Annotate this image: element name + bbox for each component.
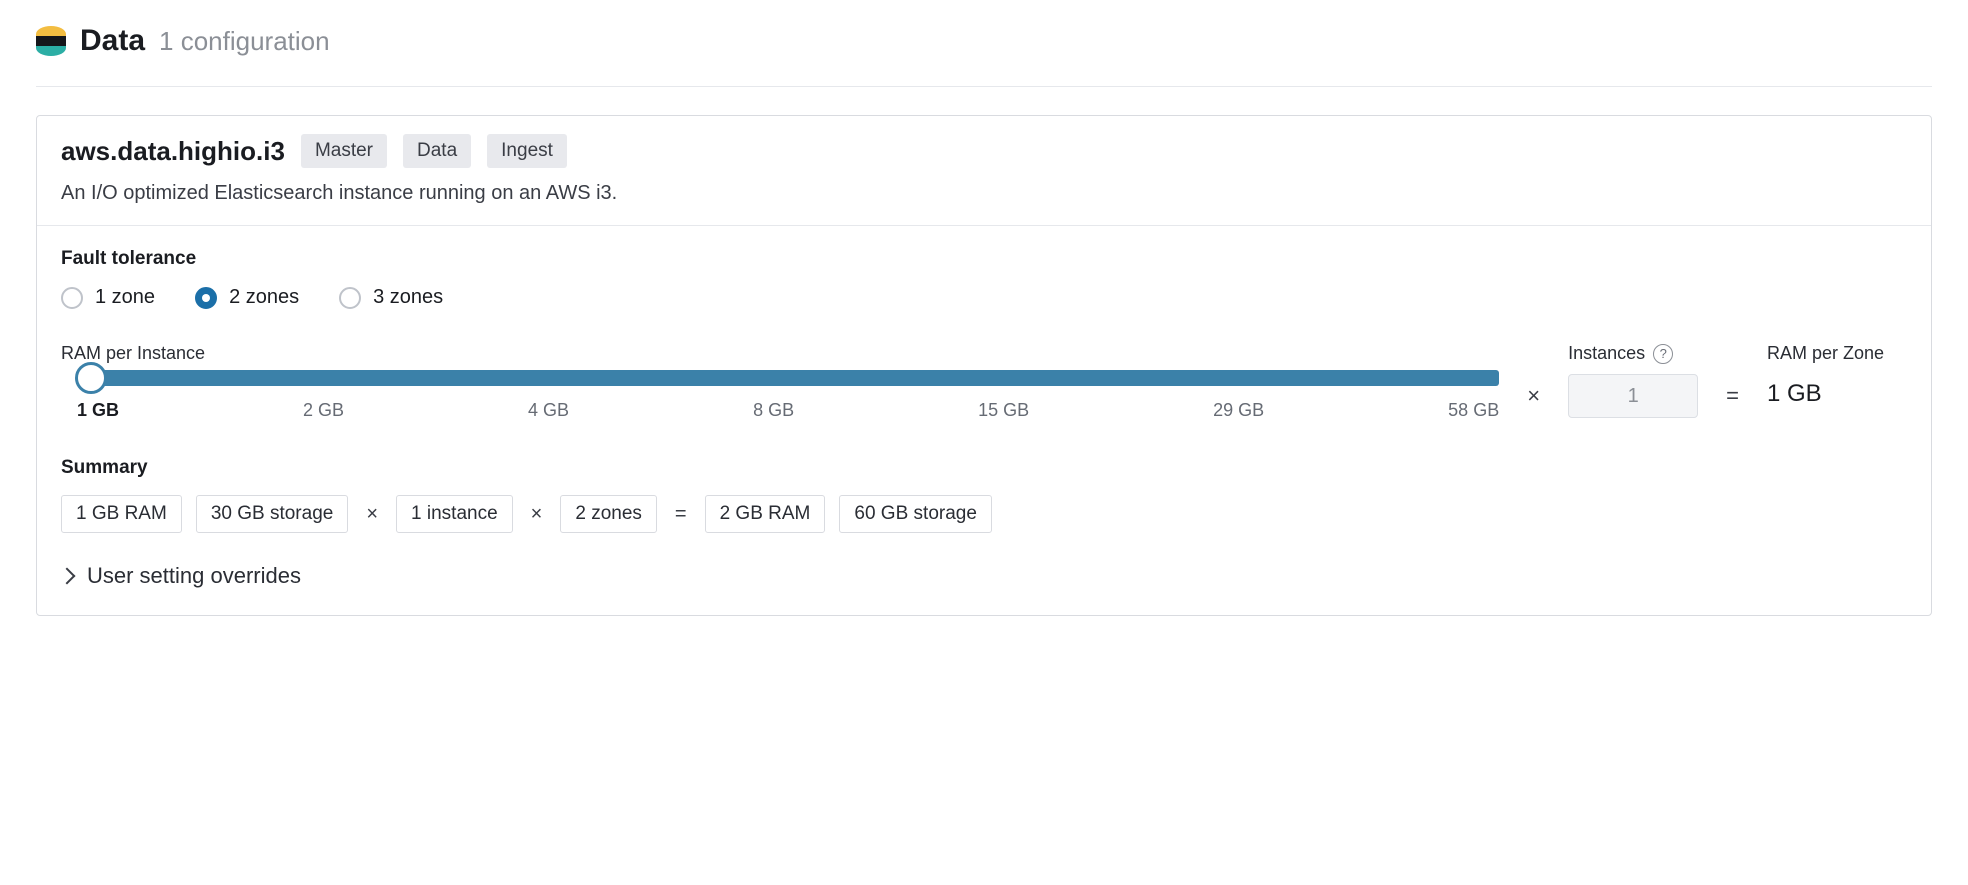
radio-circle-icon bbox=[195, 287, 217, 309]
radio-1-zone[interactable]: 1 zone bbox=[61, 286, 155, 309]
equals-symbol: = bbox=[671, 503, 691, 526]
fault-tolerance-group: 1 zone 2 zones 3 zones bbox=[61, 286, 1907, 309]
tick: 1 GB bbox=[77, 400, 119, 421]
badge-ingest: Ingest bbox=[487, 134, 567, 168]
overrides-label: User setting overrides bbox=[87, 563, 301, 589]
equals-symbol: = bbox=[1726, 343, 1739, 409]
ram-slider[interactable] bbox=[91, 370, 1499, 386]
radio-label: 1 zone bbox=[95, 286, 155, 309]
chip-total-storage: 60 GB storage bbox=[839, 495, 992, 533]
slider-ticks: 1 GB 2 GB 4 GB 8 GB 15 GB 29 GB 58 GB bbox=[77, 400, 1499, 421]
ram-per-zone-label: RAM per Zone bbox=[1767, 343, 1907, 364]
summary-label: Summary bbox=[61, 457, 1907, 479]
help-icon[interactable]: ? bbox=[1653, 344, 1673, 364]
badge-data: Data bbox=[403, 134, 471, 168]
instances-input[interactable] bbox=[1568, 374, 1698, 418]
elastic-logo-icon bbox=[36, 26, 66, 56]
instances-label: Instances bbox=[1568, 343, 1645, 364]
configuration-panel: aws.data.highio.i3 Master Data Ingest An… bbox=[36, 115, 1932, 616]
times-symbol: × bbox=[527, 503, 547, 526]
radio-circle-icon bbox=[61, 287, 83, 309]
chip-zones: 2 zones bbox=[560, 495, 657, 533]
radio-2-zones[interactable]: 2 zones bbox=[195, 286, 299, 309]
ram-per-zone-value: 1 GB bbox=[1767, 380, 1907, 408]
radio-circle-icon bbox=[339, 287, 361, 309]
tick: 15 GB bbox=[978, 400, 1029, 421]
times-symbol: × bbox=[362, 503, 382, 526]
tick: 29 GB bbox=[1213, 400, 1264, 421]
fault-tolerance-label: Fault tolerance bbox=[61, 248, 1907, 270]
chevron-right-icon bbox=[59, 568, 76, 585]
chip-total-ram: 2 GB RAM bbox=[705, 495, 826, 533]
slider-thumb[interactable] bbox=[75, 362, 107, 394]
page-title: Data bbox=[80, 24, 145, 58]
tick: 8 GB bbox=[753, 400, 794, 421]
user-setting-overrides-toggle[interactable]: User setting overrides bbox=[61, 563, 1907, 589]
radio-label: 3 zones bbox=[373, 286, 443, 309]
radio-label: 2 zones bbox=[229, 286, 299, 309]
instance-header: aws.data.highio.i3 Master Data Ingest An… bbox=[37, 116, 1931, 226]
chip-instances: 1 instance bbox=[396, 495, 513, 533]
chip-storage: 30 GB storage bbox=[196, 495, 349, 533]
radio-3-zones[interactable]: 3 zones bbox=[339, 286, 443, 309]
badge-master: Master bbox=[301, 134, 387, 168]
instance-name: aws.data.highio.i3 bbox=[61, 136, 285, 167]
ram-per-instance-label: RAM per Instance bbox=[61, 343, 1499, 364]
instance-description: An I/O optimized Elasticsearch instance … bbox=[61, 182, 1907, 205]
section-header: Data 1 configuration bbox=[36, 24, 1932, 87]
chip-ram: 1 GB RAM bbox=[61, 495, 182, 533]
page-subtitle: 1 configuration bbox=[159, 26, 330, 57]
tick: 4 GB bbox=[528, 400, 569, 421]
times-symbol: × bbox=[1527, 343, 1540, 409]
tick: 2 GB bbox=[303, 400, 344, 421]
summary-chips: 1 GB RAM 30 GB storage × 1 instance × 2 … bbox=[61, 495, 1907, 533]
tick: 58 GB bbox=[1448, 400, 1499, 421]
